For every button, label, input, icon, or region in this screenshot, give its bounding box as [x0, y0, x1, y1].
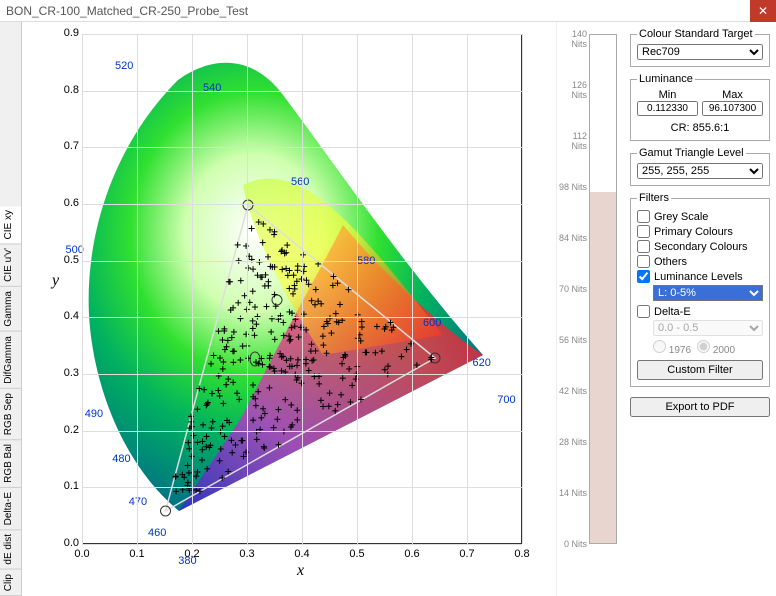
tab-clip[interactable]: Clip	[0, 570, 21, 596]
y-tick: 0.8	[57, 84, 79, 96]
export-pdf-button[interactable]: Export to PDF	[630, 397, 770, 417]
nits-tick: 14 Nits	[559, 488, 587, 498]
luminance-legend: Luminance	[637, 73, 695, 85]
x-tick: 0.0	[70, 548, 94, 560]
wavelength-label: 490	[85, 408, 103, 420]
gamut-group: Gamut Triangle Level 255, 255, 255	[630, 147, 770, 186]
nits-tick: 28 Nits	[559, 437, 587, 447]
y-tick: 0.4	[57, 310, 79, 322]
filters-legend: Filters	[637, 192, 671, 204]
luminance-levels-check[interactable]	[637, 270, 650, 283]
grey-scale-label: Grey Scale	[654, 211, 708, 223]
filters-group: Filters Grey Scale Primary Colours Secon…	[630, 192, 770, 387]
chart-area: y x 380460470480490500520540560580600620…	[22, 22, 556, 596]
wavelength-label: 520	[115, 60, 133, 72]
de-1976-label: 1976	[669, 345, 691, 356]
nits-scale: 140 Nits 126 Nits 112 Nits 98 Nits 84 Nits 70…	[556, 22, 626, 596]
x-tick: 0.1	[125, 548, 149, 560]
y-tick: 0.3	[57, 367, 79, 379]
y-tick: 0.5	[57, 254, 79, 266]
colour-standard-legend: Colour Standard Target	[637, 28, 755, 40]
x-tick: 0.7	[455, 548, 479, 560]
y-tick: 0.1	[57, 480, 79, 492]
x-tick: 0.4	[290, 548, 314, 560]
tab-rgb-sep[interactable]: RGB Sep	[0, 389, 21, 440]
wavelength-label: 560	[291, 176, 309, 188]
gamut-select[interactable]: 255, 255, 255	[637, 163, 763, 179]
x-tick: 0.8	[510, 548, 534, 560]
primary-colours-check[interactable]	[637, 225, 650, 238]
secondary-colours-check[interactable]	[637, 240, 650, 253]
nits-tick: 126 Nits	[559, 80, 587, 100]
x-axis-label: x	[297, 562, 304, 580]
x-tick: 0.3	[235, 548, 259, 560]
de-2000-radio	[697, 340, 710, 353]
x-tick: 0.6	[400, 548, 424, 560]
nits-tick: 70 Nits	[559, 284, 587, 294]
title-bar: BON_CR-100_Matched_CR-250_Probe_Test	[0, 0, 776, 22]
y-tick: 0.9	[57, 27, 79, 39]
nits-fill	[590, 192, 616, 543]
tab-difgamma[interactable]: DifGamma	[0, 332, 21, 389]
nits-tick: 84 Nits	[559, 233, 587, 243]
de-2000-label: 2000	[713, 345, 735, 356]
y-tick: 0.6	[57, 197, 79, 209]
x-tick: 0.5	[345, 548, 369, 560]
delta-e-select: 0.0 - 0.5	[653, 320, 763, 336]
lum-min-field[interactable]	[637, 101, 698, 116]
luminance-group: Luminance Min Max CR: 855.6:1	[630, 73, 770, 141]
lum-max-field[interactable]	[702, 101, 763, 116]
wavelength-label: 700	[497, 394, 515, 406]
nits-tick: 112 Nits	[559, 131, 587, 151]
secondary-colours-label: Secondary Colours	[654, 241, 748, 253]
side-tabs: ClipdE distDelta-ERGB BalRGB SepDifGamma…	[0, 22, 22, 596]
nits-tick: 42 Nits	[559, 386, 587, 396]
controls-panel: Colour Standard Target Rec709 Luminance …	[626, 22, 776, 596]
nits-bar	[589, 34, 617, 544]
lum-min-label: Min	[637, 89, 698, 101]
nits-tick: 56 Nits	[559, 335, 587, 345]
lum-max-label: Max	[702, 89, 763, 101]
nits-tick: 0 Nits	[559, 539, 587, 549]
tab-cie-xy[interactable]: CIE xy	[0, 206, 21, 244]
contrast-ratio: CR: 855.6:1	[637, 122, 763, 134]
wavelength-label: 480	[112, 453, 130, 465]
close-button[interactable]: ✕	[750, 0, 776, 22]
tab-de-dist[interactable]: dE dist	[0, 530, 21, 570]
x-tick: 0.2	[180, 548, 204, 560]
primary-colours-label: Primary Colours	[654, 226, 733, 238]
wavelength-label: 600	[423, 317, 441, 329]
colour-standard-group: Colour Standard Target Rec709	[630, 28, 770, 67]
nits-tick: 140 Nits	[559, 29, 587, 49]
others-check[interactable]	[637, 255, 650, 268]
luminance-level-select[interactable]: L: 0-5%	[653, 285, 763, 301]
y-tick: 0.0	[57, 537, 79, 549]
gamut-legend: Gamut Triangle Level	[637, 147, 746, 159]
luminance-levels-label: Luminance Levels	[654, 271, 743, 283]
nits-tick: 98 Nits	[559, 182, 587, 192]
custom-filter-button[interactable]: Custom Filter	[637, 360, 763, 380]
wavelength-label: 620	[473, 357, 491, 369]
colour-standard-select[interactable]: Rec709	[637, 44, 763, 60]
window-title: BON_CR-100_Matched_CR-250_Probe_Test	[6, 4, 248, 18]
de-1976-radio	[653, 340, 666, 353]
spectral-locus	[83, 35, 523, 545]
tab-delta-e[interactable]: Delta-E	[0, 488, 21, 530]
y-axis-label: y	[52, 272, 59, 290]
tab-rgb-bal[interactable]: RGB Bal	[0, 440, 21, 488]
others-label: Others	[654, 256, 687, 268]
y-tick: 0.7	[57, 140, 79, 152]
wavelength-label: 540	[203, 82, 221, 94]
delta-e-label: Delta-E	[654, 306, 691, 318]
wavelength-label: 460	[148, 527, 166, 539]
tab-gamma[interactable]: Gamma	[0, 287, 21, 332]
grey-scale-check[interactable]	[637, 210, 650, 223]
y-tick: 0.2	[57, 424, 79, 436]
tab-cie-u-v-[interactable]: CIE u'v'	[0, 244, 21, 287]
delta-e-check[interactable]	[637, 305, 650, 318]
